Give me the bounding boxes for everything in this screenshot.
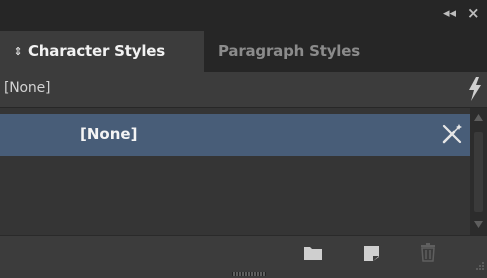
panel-title-bar[interactable]: ◂◂ ×: [0, 0, 487, 31]
tab-character-styles-label: Character Styles: [28, 42, 165, 60]
tab-character-styles[interactable]: ⇕ Character Styles: [0, 31, 204, 72]
tab-paragraph-styles[interactable]: Paragraph Styles: [218, 31, 360, 72]
list-scrollbar[interactable]: [470, 108, 487, 235]
scroll-down-arrow-icon[interactable]: [474, 221, 483, 228]
sort-icon: ⇕: [13, 45, 23, 58]
lightning-bolt-icon[interactable]: [467, 76, 483, 102]
collapse-panel-button[interactable]: ◂◂: [443, 6, 456, 21]
create-new-style-button[interactable]: [360, 242, 384, 264]
new-style-group-button[interactable]: [302, 242, 326, 264]
styles-list: [None]: [0, 108, 470, 235]
new-page-icon: [364, 246, 379, 261]
close-panel-button[interactable]: ×: [467, 4, 480, 22]
resize-handle-icon[interactable]: [232, 272, 266, 276]
panel-footer: [0, 235, 487, 270]
cannot-edit-icon: [440, 122, 464, 146]
tab-paragraph-styles-label: Paragraph Styles: [218, 42, 360, 60]
resize-grip-icon[interactable]: [473, 257, 485, 270]
delete-style-button[interactable]: [416, 242, 440, 264]
trash-icon: [421, 243, 435, 262]
list-item-label: [None]: [80, 125, 138, 143]
current-style-bar: [None]: [0, 72, 487, 108]
folder-icon: [304, 247, 322, 260]
panel-resize-bar[interactable]: [0, 270, 487, 278]
character-styles-panel: ◂◂ × ⇕ Character Styles Paragraph Styles …: [0, 0, 487, 270]
scrollbar-track[interactable]: [474, 132, 483, 212]
current-style-label: [None]: [4, 80, 51, 96]
panel-tab-bar: ⇕ Character Styles Paragraph Styles: [0, 31, 487, 88]
scroll-up-arrow-icon[interactable]: [474, 114, 483, 121]
list-item[interactable]: [None]: [0, 114, 470, 156]
